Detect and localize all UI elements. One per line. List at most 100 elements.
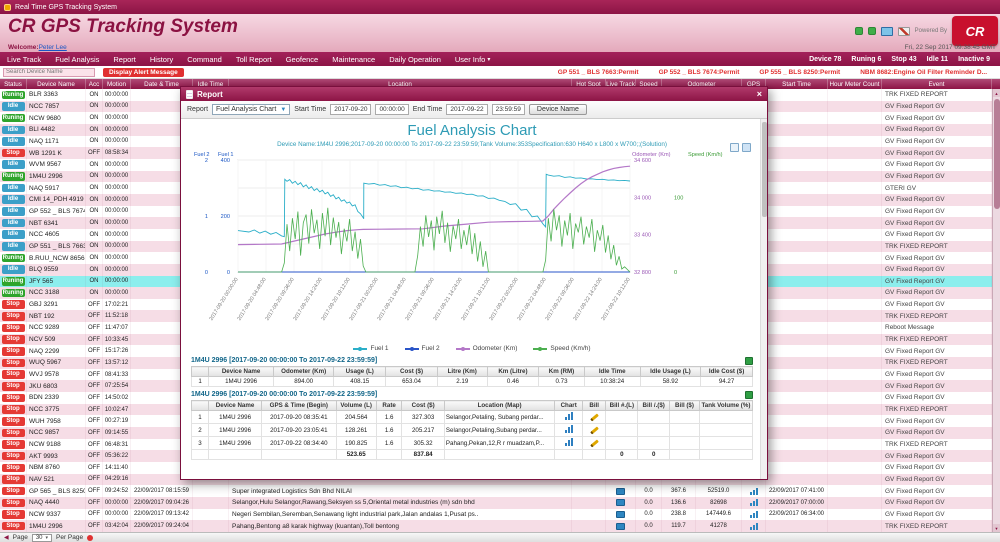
- bill-cell[interactable]: [583, 437, 606, 450]
- table-row[interactable]: StopNCW 9337OFF00:00:0022/09/2017 09:13:…: [0, 509, 992, 521]
- previous-page-icon[interactable]: ◀: [4, 534, 9, 541]
- table-row[interactable]: StopNAQ 4440OFF00:00:0022/09/2017 09:04:…: [0, 497, 992, 509]
- report-type-select[interactable]: Fuel Analysis Chart ▼: [212, 104, 290, 115]
- live-track-icon[interactable]: [616, 499, 625, 506]
- bar-chart-icon[interactable]: [565, 438, 573, 446]
- menu-item-report[interactable]: Report: [106, 52, 143, 66]
- bill-cell[interactable]: [583, 411, 606, 424]
- live-track-cell[interactable]: [606, 520, 636, 532]
- pencil-icon[interactable]: [590, 439, 599, 447]
- device-name-cell[interactable]: CMI 14_PDH 4919: [27, 194, 86, 206]
- legend-item-odometer-km[interactable]: Odometer (Km): [456, 345, 518, 352]
- modal-scrollbar[interactable]: [760, 119, 767, 479]
- column-header-acc[interactable]: Acc: [86, 79, 103, 89]
- device-name-cell[interactable]: AKT 9993: [27, 450, 86, 462]
- menu-item-toll-report[interactable]: Toll Report: [229, 52, 279, 66]
- chart-cell[interactable]: [555, 424, 583, 437]
- device-name-cell[interactable]: NAQ 1171: [27, 136, 86, 148]
- device-name-cell[interactable]: JKU 6803: [27, 380, 86, 392]
- pencil-icon[interactable]: [590, 413, 599, 421]
- legend-item-fuel-1[interactable]: Fuel 1: [353, 345, 388, 352]
- user-name-link[interactable]: Peter Lee: [39, 44, 67, 51]
- device-name-cell[interactable]: NCC 3188: [27, 287, 86, 299]
- legend-item-speed-km-h[interactable]: Speed (Km/h): [533, 345, 590, 352]
- live-track-icon[interactable]: [616, 488, 625, 495]
- report-dialog-titlebar[interactable]: Report ×: [181, 87, 767, 101]
- excel-export-icon[interactable]: [745, 391, 753, 399]
- live-track-icon[interactable]: [616, 523, 625, 530]
- chart-export-icon[interactable]: [742, 143, 751, 152]
- device-name-cell[interactable]: BLI 4482: [27, 124, 86, 136]
- table-row[interactable]: 31M4U 29962017-09-22 08:34:40190.8251.63…: [192, 437, 753, 450]
- live-track-icon[interactable]: [616, 511, 625, 518]
- scroll-up-icon[interactable]: ▲: [993, 89, 1000, 97]
- bar-chart-icon[interactable]: [565, 412, 573, 420]
- device-name-cell[interactable]: BDN 2339: [27, 392, 86, 404]
- device-name-cell[interactable]: NCC 9857: [27, 427, 86, 439]
- monitor-icon[interactable]: [881, 27, 893, 36]
- device-name-cell[interactable]: GP 565 _ BLS 8250: [27, 485, 86, 497]
- page-size-select[interactable]: 30 ▾: [32, 534, 52, 542]
- device-name-cell[interactable]: WVM 9567: [27, 159, 86, 171]
- menu-item-maintenance[interactable]: Maintenance: [325, 52, 382, 66]
- device-name-cell[interactable]: NAQ 5917: [27, 182, 86, 194]
- menu-item-geofence[interactable]: Geofence: [279, 52, 326, 66]
- device-name-cell[interactable]: WUH 7958: [27, 415, 86, 427]
- device-name-cell[interactable]: GP 551 _ BLS 7663: [27, 241, 86, 253]
- device-name-cell[interactable]: 1M4U 2996: [27, 171, 86, 183]
- end-date-input[interactable]: 2017-09-22: [446, 104, 487, 115]
- device-name-cell[interactable]: NAQ 4440: [27, 497, 86, 509]
- live-track-cell[interactable]: [606, 497, 636, 509]
- device-name-cell[interactable]: BLQ 9559: [27, 264, 86, 276]
- device-name-cell[interactable]: NCC 3775: [27, 404, 86, 416]
- column-header-motion[interactable]: Motion: [103, 79, 131, 89]
- device-name-cell[interactable]: NCC 9289: [27, 322, 86, 334]
- device-name-cell[interactable]: NCW 9680: [27, 112, 86, 124]
- column-header-device-name[interactable]: Device Name: [27, 79, 86, 89]
- column-header-event[interactable]: Event: [882, 79, 992, 89]
- device-name-cell[interactable]: NCC 7857: [27, 101, 86, 113]
- display-alert-button[interactable]: Display Alert Message: [103, 68, 184, 77]
- bill-cell[interactable]: [583, 424, 606, 437]
- menu-item-live-track[interactable]: Live Track: [0, 52, 48, 66]
- device-name-cell[interactable]: GP 552 _ BLS 7674: [27, 206, 86, 218]
- chart-cell[interactable]: [555, 437, 583, 450]
- device-name-cell[interactable]: NBM 8760: [27, 462, 86, 474]
- refresh-icon[interactable]: [87, 535, 93, 541]
- device-name-cell[interactable]: NCW 9337: [27, 509, 86, 521]
- table-row[interactable]: 11M4U 29962017-09-20 08:35:41204.5641.63…: [192, 411, 753, 424]
- device-name-cell[interactable]: NBT 192: [27, 310, 86, 322]
- table-row[interactable]: Stop1M4U 2996OFF03:42:0422/09/2017 09:24…: [0, 520, 992, 532]
- tools-icon[interactable]: [898, 27, 910, 36]
- column-header-hour-meter-count[interactable]: Hour Meter Count: [828, 79, 882, 89]
- menu-item-history[interactable]: History: [143, 52, 180, 66]
- excel-export-icon[interactable]: [745, 357, 753, 365]
- table-row[interactable]: StopGP 565 _ BLS 8250OFF09:24:5222/09/20…: [0, 485, 992, 497]
- menu-item-daily-operation[interactable]: Daily Operation: [382, 52, 448, 66]
- device-name-cell[interactable]: WUQ 5967: [27, 357, 86, 369]
- device-name-cell[interactable]: NAV 521: [27, 474, 86, 486]
- device-name-cell[interactable]: GBJ 3291: [27, 299, 86, 311]
- menu-item-fuel-analysis[interactable]: Fuel Analysis: [48, 52, 106, 66]
- vertical-scrollbar[interactable]: ▲ ▼: [992, 89, 1000, 532]
- device-name-cell[interactable]: WB 1291 K: [27, 147, 86, 159]
- menu-item-user-info[interactable]: User Info▾: [448, 52, 497, 66]
- table-row[interactable]: 11M4U 2996894.00408.15653.042.190.460.73…: [192, 377, 753, 387]
- end-time-input[interactable]: 23:59:59: [492, 104, 525, 115]
- start-time-input[interactable]: 00:00:00: [375, 104, 408, 115]
- device-name-cell[interactable]: JFY 565: [27, 276, 86, 288]
- chart-print-icon[interactable]: [730, 143, 739, 152]
- device-name-cell[interactable]: NBT 6341: [27, 217, 86, 229]
- search-input[interactable]: [3, 68, 95, 77]
- menu-item-command[interactable]: Command: [180, 52, 229, 66]
- device-name-cell[interactable]: WVJ 9578: [27, 369, 86, 381]
- scrollbar-thumb[interactable]: [994, 99, 1000, 209]
- scroll-down-icon[interactable]: ▼: [993, 524, 1000, 532]
- column-header-status[interactable]: Status: [0, 79, 27, 89]
- chart-cell[interactable]: [555, 411, 583, 424]
- device-name-button[interactable]: Device Name: [529, 104, 587, 115]
- device-name-cell[interactable]: NCV 509: [27, 334, 86, 346]
- start-date-input[interactable]: 2017-09-20: [330, 104, 371, 115]
- device-name-cell[interactable]: 1M4U 2996: [27, 520, 86, 532]
- device-name-cell[interactable]: BLR 3363: [27, 89, 86, 101]
